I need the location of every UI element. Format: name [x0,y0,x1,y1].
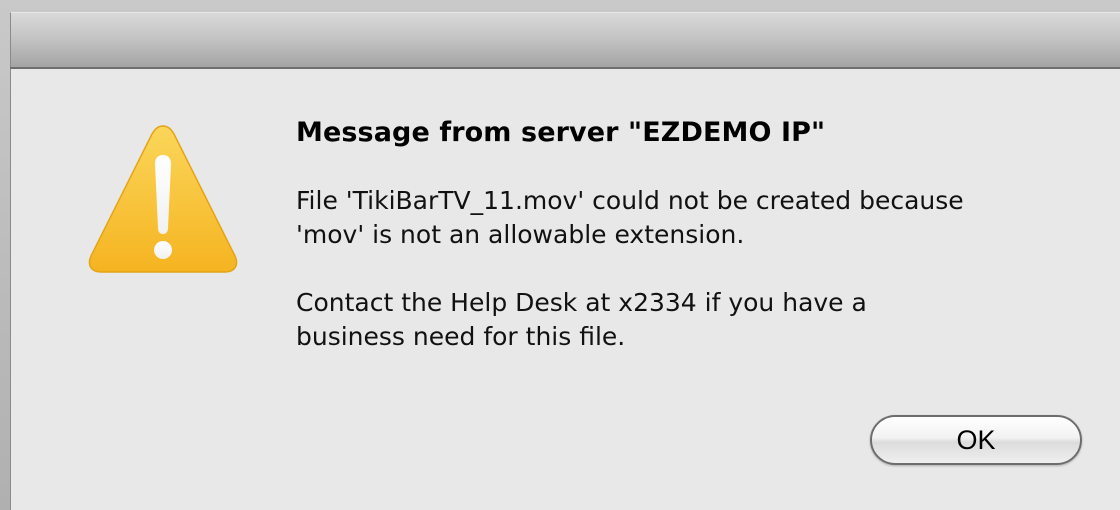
warning-triangle-icon [88,125,238,273]
ok-button[interactable]: OK [870,415,1082,465]
message-line: business need for this file. [296,322,626,351]
message-line: File 'TikiBarTV_11.mov' could not be cre… [296,186,964,215]
alert-title: Message from server "EZDEMO IP" [296,117,826,148]
message-line: Contact the Help Desk at x2334 if you ha… [296,288,867,317]
message-line: 'mov' is not an allowable extension. [296,220,745,249]
alert-window: Message from server "EZDEMO IP" File 'Ti… [0,0,1120,510]
window-titlebar[interactable] [10,12,1120,68]
alert-message: File 'TikiBarTV_11.mov' could not be cre… [296,184,1086,354]
